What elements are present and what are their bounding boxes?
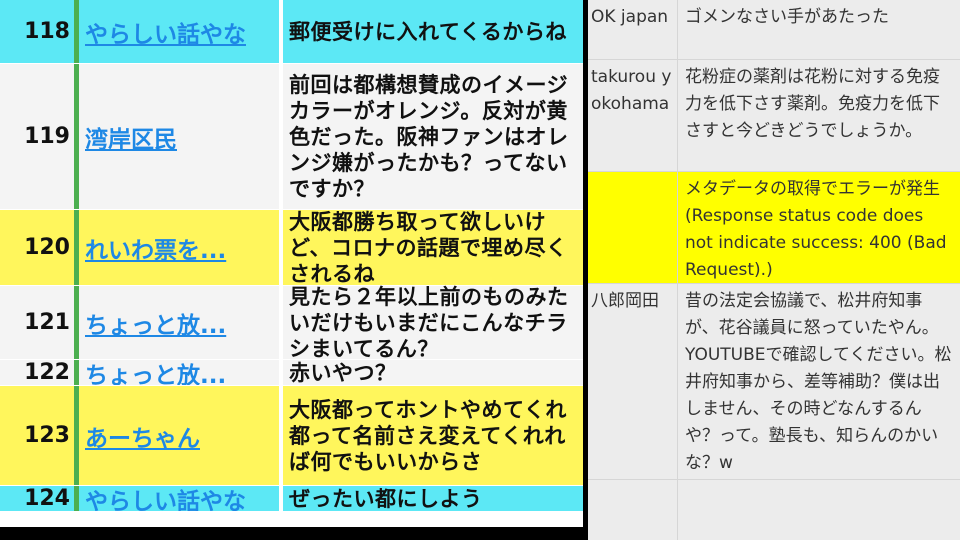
comment-table-left: 118 やらしい話やな 郵便受けに入れてくるからね 119 湾岸区民 前回は都構… xyxy=(0,0,583,527)
comment-number: 122 xyxy=(24,360,70,385)
comment-number: 119 xyxy=(24,124,70,149)
chat-row-empty xyxy=(588,480,960,540)
comment-message: ぜったい都にしよう xyxy=(289,486,483,511)
comment-number: 123 xyxy=(24,423,70,448)
comment-message: 郵便受けに入れてくるからね xyxy=(289,19,567,44)
comment-number: 121 xyxy=(24,310,70,335)
comment-number: 120 xyxy=(24,235,70,260)
comment-message: 大阪都ってホントやめてくれ都って名前さえ変えてくれれば何でもいいからさ xyxy=(289,397,567,474)
comment-message: 赤いやつ？ xyxy=(289,360,397,385)
commenter-name-link[interactable]: やらしい話やな xyxy=(79,0,279,63)
chat-author: OK japan xyxy=(588,0,678,59)
chat-author: takurou yokohama xyxy=(588,60,678,171)
chat-message: 昔の法定会協議で、松井府知事が、花谷議員に怒っていたやん。YOUTUBEで確認し… xyxy=(685,291,952,473)
comment-message: 前回は都構想賛成のイメージカラーがオレンジ。反対が黄色だった。阪神ファンはオレン… xyxy=(289,72,569,201)
chat-row: takurou yokohama 花粉症の薬剤は花粉に対する免疫力を低下さす薬剤… xyxy=(588,60,960,172)
chat-row: 八郎岡田 昔の法定会協議で、松井府知事が、花谷議員に怒っていたやん。YOUTUB… xyxy=(588,284,960,480)
comment-message: 大阪都勝ち取って欲しいけど、コロナの話題で埋め尽くされるね xyxy=(289,209,568,286)
commenter-name-link[interactable]: 湾岸区民 xyxy=(79,64,279,209)
comment-number: 118 xyxy=(24,19,70,44)
chat-message: 花粉症の薬剤は花粉に対する免疫力を低下さす薬剤。免疫力を低下さすと今どきどうでし… xyxy=(685,67,940,141)
comment-number: 124 xyxy=(24,486,70,511)
commenter-name-link[interactable]: やらしい話やな xyxy=(79,486,279,512)
comment-message: 見たら２年以上前のものみたいだけもいまだにこんなチラシまいてるん？ xyxy=(289,284,569,361)
comment-row: 124 やらしい話やな ぜったい都にしよう xyxy=(0,486,583,512)
commenter-name-link[interactable]: あーちゃん xyxy=(79,386,279,485)
chat-row: OK japan ゴメンなさい手があたった xyxy=(588,0,960,60)
commenter-name-link[interactable]: ちょっと放... xyxy=(79,360,279,386)
comment-row: 123 あーちゃん 大阪都ってホントやめてくれ都って名前さえ変えてくれれば何でも… xyxy=(0,386,583,486)
error-message: メタデータの取得でエラーが発生 (Response status code do… xyxy=(685,179,947,280)
comment-row: 120 れいわ票を... 大阪都勝ち取って欲しいけど、コロナの話題で埋め尽くされ… xyxy=(0,210,583,286)
chat-author-empty xyxy=(588,480,678,540)
chat-message: ゴメンなさい手があたった xyxy=(685,7,889,27)
comment-row: 121 ちょっと放... 見たら２年以上前のものみたいだけもいまだにこんなチラシ… xyxy=(0,284,583,361)
comment-table-right: OK japan ゴメンなさい手があたった takurou yokohama 花… xyxy=(588,0,960,540)
commenter-name-link[interactable]: ちょっと放... xyxy=(79,286,279,359)
error-row: メタデータの取得でエラーが発生 (Response status code do… xyxy=(588,172,960,284)
chat-author: 八郎岡田 xyxy=(588,284,678,479)
comment-row: 119 湾岸区民 前回は都構想賛成のイメージカラーがオレンジ。反対が黄色だった。… xyxy=(0,64,583,210)
commenter-name-link[interactable]: れいわ票を... xyxy=(79,210,279,285)
comment-row: 122 ちょっと放... 赤いやつ？ xyxy=(0,360,583,386)
chat-author xyxy=(588,172,678,283)
comment-row: 118 やらしい話やな 郵便受けに入れてくるからね xyxy=(0,0,583,64)
